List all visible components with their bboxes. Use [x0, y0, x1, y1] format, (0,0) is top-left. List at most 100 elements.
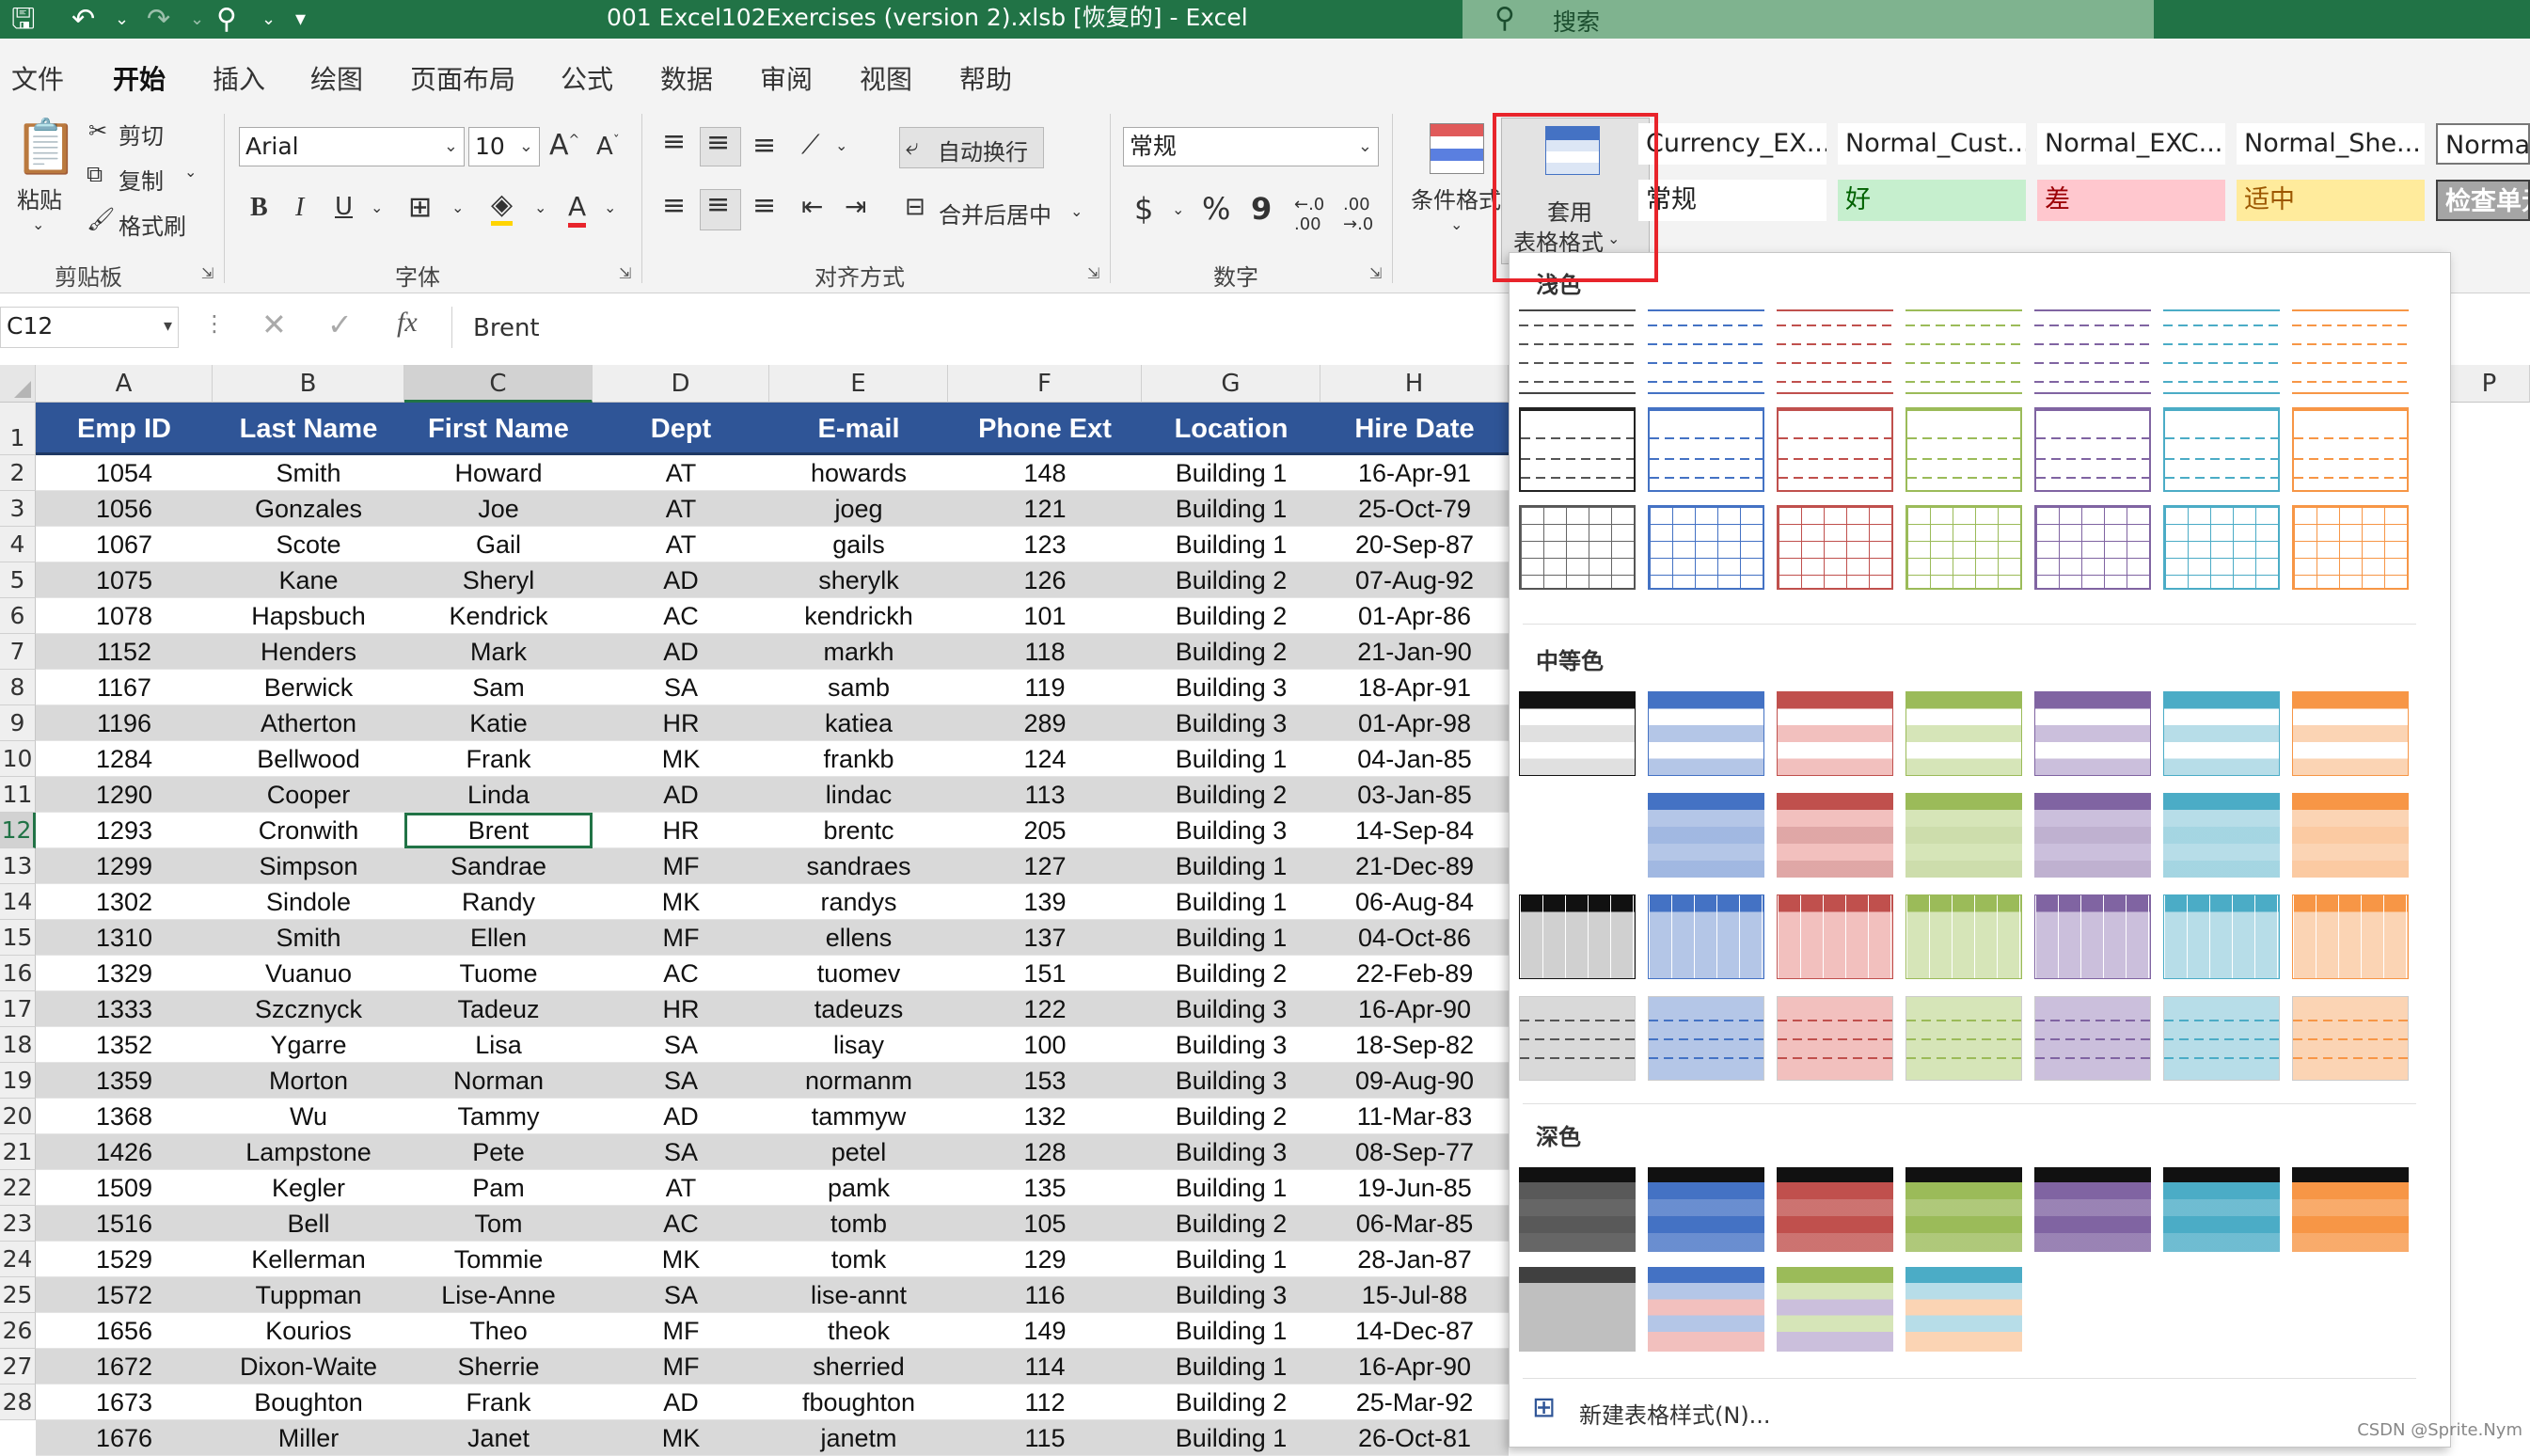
copy-dropdown-icon[interactable]: ⌄ [184, 163, 197, 181]
table-cell[interactable]: HR [593, 813, 769, 848]
header-cell[interactable]: E-mail [769, 403, 948, 455]
table-cell[interactable]: 149 [948, 1313, 1142, 1349]
table-cell[interactable]: 124 [948, 741, 1142, 777]
table-cell[interactable]: 14-Dec-87 [1320, 1313, 1509, 1349]
table-style-light-13[interactable] [2163, 407, 2280, 492]
fill-color-dropdown-icon[interactable]: ⌄ [534, 198, 546, 216]
table-cell[interactable]: Tommie [404, 1242, 593, 1277]
table-style-medium-6[interactable] [2163, 691, 2280, 776]
table-style-medium-5[interactable] [2034, 691, 2151, 776]
table-cell[interactable]: 1426 [36, 1134, 213, 1170]
currency-dropdown-icon[interactable]: ⌄ [1172, 200, 1184, 218]
paste-button[interactable]: 粘贴 [17, 182, 62, 214]
customize-qat-icon[interactable]: ▾ [295, 4, 306, 36]
table-cell[interactable]: Henders [213, 634, 404, 670]
table-cell[interactable]: 129 [948, 1242, 1142, 1277]
cancel-icon[interactable]: ✕ [261, 307, 287, 342]
table-cell[interactable]: 09-Aug-90 [1320, 1063, 1509, 1099]
table-cell[interactable]: 1333 [36, 991, 213, 1027]
table-cell[interactable]: SA [593, 1134, 769, 1170]
row-header-19[interactable]: 19 [0, 1063, 36, 1099]
table-cell[interactable]: 148 [948, 455, 1142, 491]
table-cell[interactable]: 151 [948, 956, 1142, 991]
tab-draw[interactable]: 绘图 [310, 59, 363, 97]
table-style-light-10[interactable] [1777, 407, 1893, 492]
cut-button[interactable]: 剪切 [119, 118, 164, 150]
grow-font-icon[interactable]: A^ [549, 129, 579, 162]
copy-icon[interactable]: ⧉ [87, 161, 103, 187]
table-cell[interactable]: Pam [404, 1170, 593, 1206]
merge-dropdown-icon[interactable]: ⌄ [1070, 202, 1083, 220]
table-style-medium-9[interactable] [1648, 793, 1764, 878]
table-cell[interactable]: Building 1 [1142, 848, 1320, 884]
borders-icon[interactable]: ⊞ [408, 191, 432, 224]
column-header-e[interactable]: E [769, 365, 948, 403]
cut-icon[interactable]: ✂ [88, 118, 107, 144]
table-cell[interactable]: Cooper [213, 777, 404, 813]
row-header-5[interactable]: 5 [0, 562, 36, 598]
table-cell[interactable]: kendrickh [769, 598, 948, 634]
italic-button[interactable]: I [295, 193, 304, 223]
table-cell[interactable]: Building 1 [1142, 920, 1320, 956]
table-cell[interactable]: 118 [948, 634, 1142, 670]
row-header-9[interactable]: 9 [0, 705, 36, 741]
redo-icon[interactable]: ↷ [147, 4, 170, 36]
table-cell[interactable]: Building 3 [1142, 1277, 1320, 1313]
table-cell[interactable]: 1299 [36, 848, 213, 884]
row-header-12[interactable]: 12 [0, 813, 36, 848]
table-cell[interactable]: Joe [404, 491, 593, 527]
table-style-light-6[interactable] [2163, 309, 2280, 394]
table-style-medium-13[interactable] [2163, 793, 2280, 878]
table-style-light-17[interactable] [1777, 505, 1893, 590]
table-cell[interactable]: 1656 [36, 1313, 213, 1349]
table-style-light-4[interactable] [1905, 309, 2022, 394]
format-painter-button[interactable]: 格式刷 [119, 208, 186, 241]
row-header-7[interactable]: 7 [0, 634, 36, 670]
table-cell[interactable]: 08-Sep-77 [1320, 1134, 1509, 1170]
currency-button[interactable]: $ [1134, 191, 1153, 227]
table-style-dark-10[interactable] [1777, 1267, 1893, 1352]
table-cell[interactable]: Miller [213, 1420, 404, 1456]
table-cell[interactable]: Lise-Anne [404, 1277, 593, 1313]
table-style-medium-26[interactable] [2034, 996, 2151, 1081]
table-cell[interactable]: Kegler [213, 1170, 404, 1206]
table-cell[interactable]: 1673 [36, 1385, 213, 1420]
row-header-2[interactable]: 2 [0, 455, 36, 491]
increase-indent-icon[interactable]: ⇥ [845, 191, 866, 222]
row-header-25[interactable]: 25 [0, 1277, 36, 1313]
table-cell[interactable]: AT [593, 527, 769, 562]
table-cell[interactable]: Building 1 [1142, 1313, 1320, 1349]
conditional-format-icon[interactable] [1430, 123, 1484, 174]
row-header-18[interactable]: 18 [0, 1027, 36, 1063]
table-cell[interactable]: MF [593, 1349, 769, 1385]
table-style-light-2[interactable] [1648, 309, 1764, 394]
table-cell[interactable]: 1359 [36, 1063, 213, 1099]
table-cell[interactable]: 1075 [36, 562, 213, 598]
table-cell[interactable]: sherylk [769, 562, 948, 598]
table-style-medium-3[interactable] [1777, 691, 1893, 776]
table-cell[interactable]: Tammy [404, 1099, 593, 1134]
row-header-27[interactable]: 27 [0, 1349, 36, 1385]
row-header-14[interactable]: 14 [0, 884, 36, 920]
table-cell[interactable]: 1676 [36, 1420, 213, 1456]
undo-icon[interactable]: ↶ [71, 4, 95, 36]
table-cell[interactable]: Atherton [213, 705, 404, 741]
table-style-medium-2[interactable] [1648, 691, 1764, 776]
table-style-medium-16[interactable] [1648, 894, 1764, 979]
table-style-dark-8[interactable] [1519, 1267, 1636, 1352]
table-cell[interactable]: Boughton [213, 1385, 404, 1420]
table-cell[interactable]: Building 1 [1142, 884, 1320, 920]
row-header-13[interactable]: 13 [0, 848, 36, 884]
table-style-light-9[interactable] [1648, 407, 1764, 492]
table-cell[interactable]: petel [769, 1134, 948, 1170]
cell-style-normal[interactable]: Normal_ [2436, 123, 2530, 165]
align-left-icon[interactable]: ≡ [662, 189, 686, 222]
table-cell[interactable]: 1509 [36, 1170, 213, 1206]
table-style-light-15[interactable] [1519, 505, 1636, 590]
conditional-format-button[interactable]: 条件格式 [1411, 182, 1501, 214]
table-cell[interactable]: Frank [404, 741, 593, 777]
table-cell[interactable]: Sindole [213, 884, 404, 920]
table-cell[interactable]: 28-Jan-87 [1320, 1242, 1509, 1277]
table-cell[interactable]: Building 2 [1142, 562, 1320, 598]
table-style-dark-5[interactable] [2034, 1167, 2151, 1252]
